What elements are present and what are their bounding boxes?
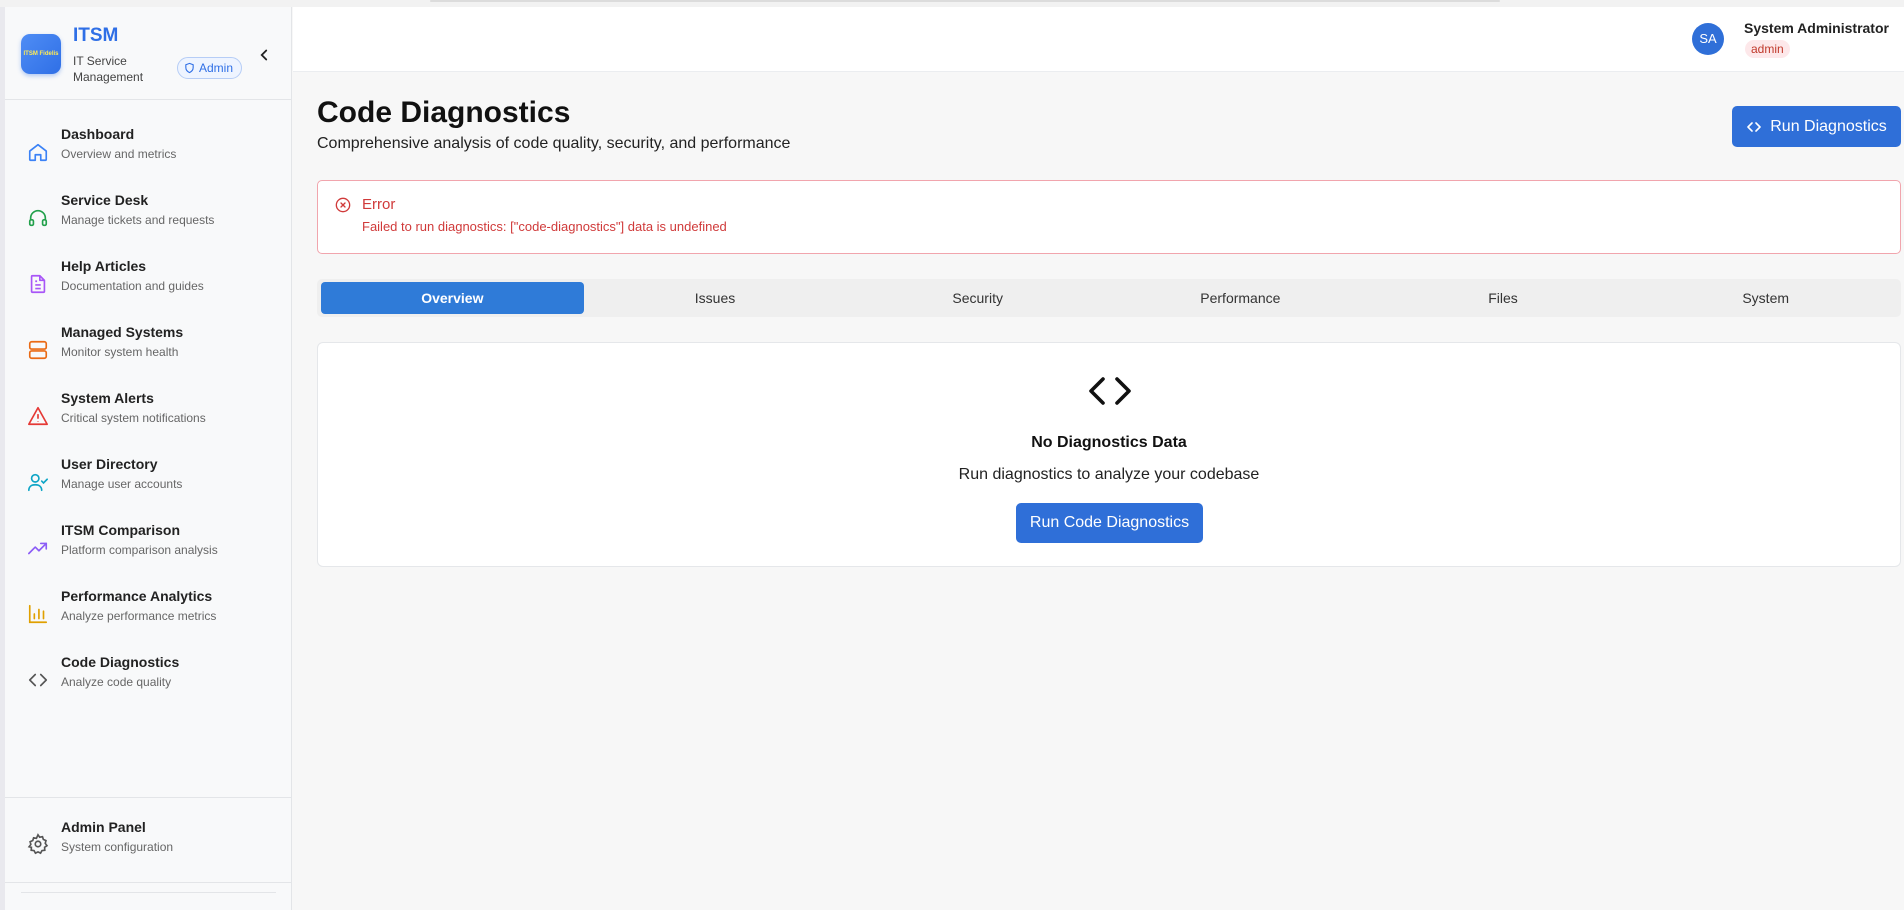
gear-icon — [27, 833, 49, 855]
avatar[interactable]: SA — [1692, 23, 1724, 55]
shield-icon — [185, 62, 194, 74]
brand-header: ITSM Fidelis ITSM IT Service Management … — [5, 7, 292, 100]
sidebar-item-performance-analytics[interactable]: Performance Analytics Analyze performanc… — [5, 588, 292, 654]
sidebar-item-desc: Critical system notifications — [61, 411, 206, 425]
trending-up-icon — [28, 542, 48, 555]
tab-files[interactable]: Files — [1372, 282, 1635, 314]
sidebar-item-desc: Documentation and guides — [61, 279, 204, 293]
diagnostics-tabs: Overview Issues Security Performance Fil… — [317, 279, 1901, 317]
empty-state-title: No Diagnostics Data — [1031, 434, 1187, 451]
sidebar-item-label: Code Diagnostics — [61, 654, 180, 670]
sidebar-item-help-articles[interactable]: Help Articles Documentation and guides — [5, 258, 292, 324]
code-icon — [28, 673, 48, 687]
sidebar-item-label: Help Articles — [61, 258, 147, 274]
admin-panel-desc: System configuration — [61, 840, 174, 854]
admin-role-badge: Admin — [177, 57, 243, 79]
sidebar-item-label: System Alerts — [61, 390, 154, 406]
user-role-badge: admin — [1745, 40, 1790, 58]
user-name: System Administrator — [1744, 20, 1889, 36]
server-icon — [28, 340, 48, 360]
app-logo: ITSM Fidelis — [21, 34, 61, 74]
run-diagnostics-label: Run Diagnostics — [1770, 117, 1887, 135]
admin-badge-label: Admin — [199, 61, 234, 75]
top-header: SA System Administrator admin — [293, 7, 1904, 72]
error-circle-icon — [335, 197, 351, 213]
brand-title: ITSM — [73, 25, 119, 46]
sidebar-item-desc: Manage tickets and requests — [61, 213, 215, 227]
sidebar-item-label: Performance Analytics — [61, 588, 213, 604]
tab-overview[interactable]: Overview — [321, 282, 584, 314]
tab-security[interactable]: Security — [846, 282, 1109, 314]
warning-icon — [28, 406, 48, 426]
document-icon — [30, 274, 46, 294]
sidebar-item-system-alerts[interactable]: System Alerts Critical system notificati… — [5, 390, 292, 456]
sidebar-item-dashboard[interactable]: Dashboard Overview and metrics — [5, 126, 292, 192]
error-title: Error — [362, 196, 396, 213]
page-subtitle: Comprehensive analysis of code quality, … — [317, 135, 791, 152]
tab-performance[interactable]: Performance — [1109, 282, 1372, 314]
sidebar-item-service-desk[interactable]: Service Desk Manage tickets and requests — [5, 192, 292, 258]
run-diagnostics-button[interactable]: Run Diagnostics — [1732, 106, 1901, 147]
chevron-left-icon[interactable] — [255, 46, 273, 64]
sidebar-item-label: Dashboard — [61, 126, 135, 142]
sidebar-item-label: Service Desk — [61, 192, 149, 208]
sidebar-item-desc: Overview and metrics — [61, 147, 177, 161]
tab-system[interactable]: System — [1634, 282, 1897, 314]
sidebar-item-label: User Directory — [61, 456, 158, 472]
sidebar-item-admin-panel[interactable]: Admin Panel System configuration — [5, 797, 292, 883]
code-icon — [1747, 121, 1762, 132]
empty-state-card: No Diagnostics Data Run diagnostics to a… — [317, 342, 1901, 567]
sidebar-item-managed-systems[interactable]: Managed Systems Monitor system health — [5, 324, 292, 390]
empty-state-subtitle: Run diagnostics to analyze your codebase — [958, 466, 1260, 483]
brand-subtitle: IT Service Management — [73, 54, 144, 84]
run-code-diagnostics-button[interactable]: Run Code Diagnostics — [1016, 503, 1203, 543]
sidebar-item-desc: Platform comparison analysis — [61, 543, 218, 557]
browser-top-strip — [0, 0, 1904, 7]
error-alert: Error Failed to run diagnostics: ["code-… — [317, 180, 1901, 254]
page-title: Code Diagnostics — [317, 96, 571, 129]
sidebar-item-desc: Analyze code quality — [61, 675, 172, 689]
sidebar-item-label: Managed Systems — [61, 324, 184, 340]
admin-panel-label: Admin Panel — [61, 819, 146, 835]
sidebar-item-code-diagnostics[interactable]: Code Diagnostics Analyze code quality — [5, 654, 292, 720]
sidebar-divider — [21, 892, 276, 893]
sidebar-nav: Dashboard Overview and metrics Service D… — [5, 126, 292, 720]
sidebar-item-desc: Monitor system health — [61, 345, 179, 359]
sidebar-item-desc: Analyze performance metrics — [61, 609, 217, 623]
error-message: Failed to run diagnostics: ["code-diagno… — [362, 219, 727, 234]
code-icon — [1089, 377, 1131, 405]
sidebar-item-desc: Manage user accounts — [61, 477, 183, 491]
sidebar-item-label: ITSM Comparison — [61, 522, 181, 538]
headset-icon — [28, 209, 48, 227]
sidebar-item-user-directory[interactable]: User Directory Manage user accounts — [5, 456, 292, 522]
bar-chart-icon — [28, 604, 48, 624]
user-check-icon — [28, 473, 48, 492]
sidebar-item-itsm-comparison[interactable]: ITSM Comparison Platform comparison anal… — [5, 522, 292, 588]
tab-issues[interactable]: Issues — [584, 282, 847, 314]
home-icon — [28, 143, 48, 162]
sidebar: ITSM Fidelis ITSM IT Service Management … — [5, 7, 292, 910]
